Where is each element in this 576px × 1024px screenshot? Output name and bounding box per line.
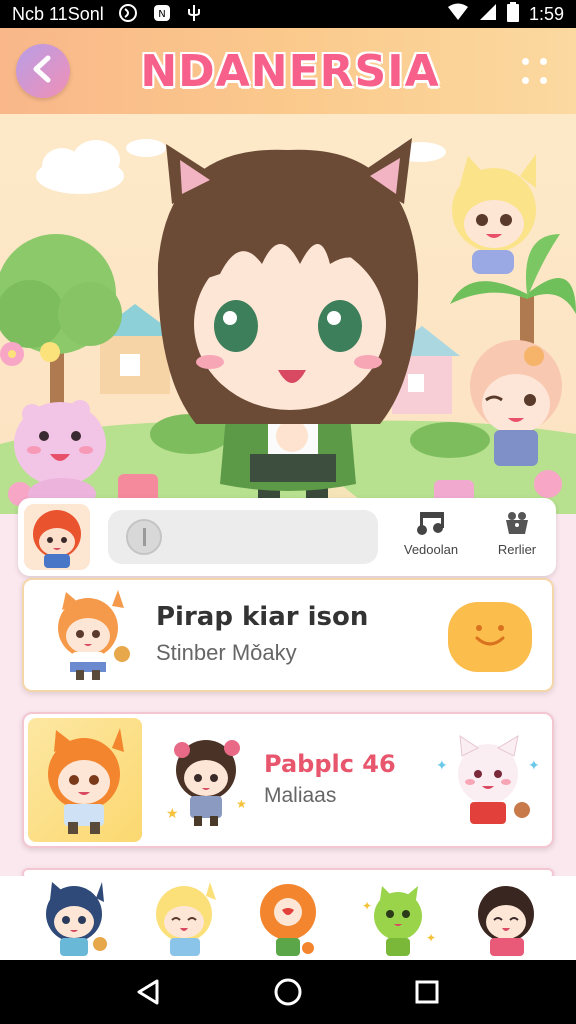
svg-text:✦: ✦ (436, 758, 448, 774)
smiley-icon (465, 620, 515, 655)
collection-card[interactable]: ★ ★ Pabplc 46 Maliaas ✦ ✦ (22, 712, 554, 848)
app-title: NDANERSIA (140, 46, 440, 97)
nav-home-icon[interactable] (268, 972, 308, 1012)
play-pause-button[interactable] (126, 519, 162, 555)
card-2-title: Pabplc 46 (264, 750, 396, 778)
dock-avatar-blue-cat[interactable] (34, 880, 112, 958)
svg-text:★: ★ (236, 797, 247, 811)
nav-back-icon[interactable] (129, 972, 169, 1012)
vedoolan-label: Vedoolan (403, 542, 459, 557)
pause-icon (142, 528, 146, 546)
dock-avatar-green-creature[interactable]: ✦ ✦ (360, 880, 438, 958)
system-nav-bar (0, 960, 576, 1024)
svg-text:✦: ✦ (426, 931, 436, 945)
signal-icon (479, 3, 497, 26)
status-bar: Ncb 11Sonl N 1:59 (0, 0, 576, 28)
orange-cat-avatar (42, 588, 138, 684)
dots-grid-icon[interactable] (522, 58, 550, 88)
basket-icon (502, 510, 532, 536)
battery-icon (506, 1, 519, 27)
player-progress-track[interactable] (108, 510, 378, 564)
svg-text:N: N (158, 9, 165, 20)
app-header: NDANERSIA (0, 28, 576, 114)
vedoolan-button[interactable]: Vedoolan (396, 510, 466, 557)
wifi-icon (447, 3, 469, 26)
clock-text: 1:59 (528, 3, 564, 24)
rerlier-button[interactable]: Rerlier (482, 510, 552, 557)
rerlier-label: Rerlier (497, 542, 537, 557)
avatar-dock: ✦ ✦ (0, 876, 576, 960)
svg-text:★: ★ (166, 806, 179, 822)
dock-avatar-dark-hair[interactable] (468, 880, 546, 958)
orange-hair-chibi-tile[interactable] (28, 718, 142, 842)
player-avatar[interactable] (24, 504, 90, 570)
white-cat-chibi: ✦ ✦ (432, 730, 544, 834)
card-1-subtitle: Stinber Mǒaky (156, 640, 297, 665)
back-button[interactable] (16, 44, 70, 98)
player-bar: Vedoolan Rerlier (18, 498, 556, 576)
hero-illustration (0, 114, 576, 514)
smiley-button[interactable] (448, 602, 532, 672)
chevron-left-icon (28, 54, 58, 89)
brown-hair-chibi: ★ ★ (160, 728, 252, 832)
dock-avatar-orange-mascot[interactable] (250, 880, 328, 958)
app-icon: N (152, 3, 172, 26)
nav-recents-icon[interactable] (407, 972, 447, 1012)
nfc-icon (118, 3, 138, 26)
feature-card[interactable]: Pirap kiar ison Stinber Mǒaky (22, 578, 554, 692)
svg-text:✦: ✦ (362, 899, 372, 913)
carrier-text: Ncb 11Sonl (12, 3, 104, 24)
svg-text:✦: ✦ (528, 758, 540, 774)
usb-icon (186, 3, 202, 26)
card-2-subtitle: Maliaas (264, 784, 337, 807)
card-1-title: Pirap kiar ison (156, 602, 369, 632)
dock-avatar-blonde[interactable] (146, 880, 224, 958)
music-note-icon (416, 510, 446, 536)
